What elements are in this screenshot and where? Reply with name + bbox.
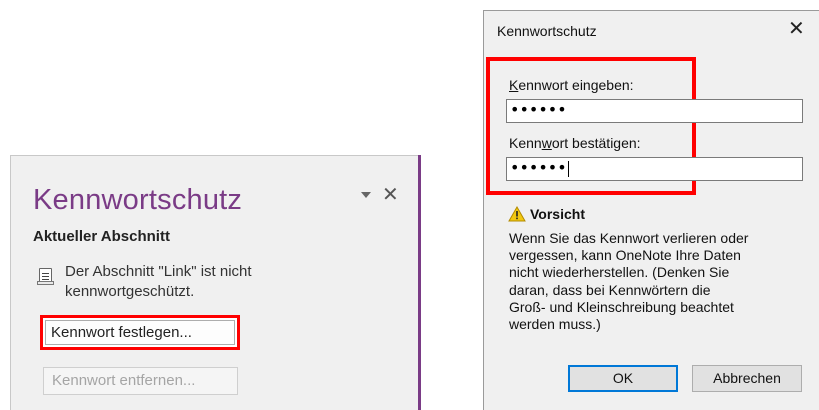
status-text-line1: Der Abschnitt "Link" ist nicht: [65, 263, 252, 280]
dialog-close-icon[interactable]: ✕: [788, 16, 805, 41]
pane-close-icon[interactable]: ✕: [382, 184, 399, 206]
pane-title: Kennwortschutz: [33, 184, 243, 216]
warning-text: Wenn Sie das Kennwort verlieren oder ver…: [509, 230, 749, 333]
status-text-line2: kennwortgeschützt.: [65, 283, 195, 300]
current-section-heading: Aktueller Abschnitt: [33, 228, 170, 245]
confirm-password-input[interactable]: ••••••: [506, 157, 803, 181]
warning-icon: [508, 206, 526, 222]
cancel-button[interactable]: Abbrechen: [692, 365, 802, 392]
remove-password-button[interactable]: Kennwort entfernen...: [43, 367, 238, 395]
text-caret: [567, 160, 569, 177]
section-page-icon: [37, 268, 54, 285]
pane-accent-border: [418, 155, 421, 410]
enter-password-input[interactable]: ••••••: [506, 99, 803, 123]
pane-options-dropdown-icon[interactable]: [361, 191, 371, 198]
confirm-password-label: Kennwort bestätigen:: [509, 135, 641, 151]
set-password-button[interactable]: Kennwort festlegen...: [45, 320, 235, 345]
pane-controls: ✕: [361, 182, 399, 207]
enter-password-label: Kennwort eingeben:: [509, 77, 634, 93]
set-password-highlight: Kennwort festlegen...: [40, 315, 240, 350]
warning-title: Vorsicht: [530, 206, 585, 222]
ok-button[interactable]: OK: [568, 365, 678, 392]
dialog-title: Kennwortschutz: [497, 23, 597, 39]
